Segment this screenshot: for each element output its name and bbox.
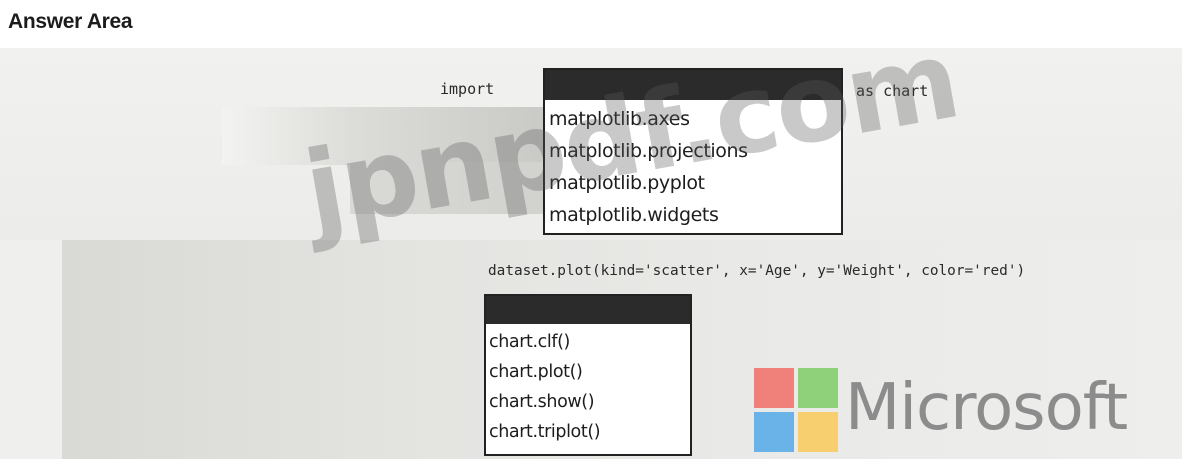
microsoft-wordmark: Microsoft: [845, 371, 1128, 445]
as-chart-clause: as chart: [856, 82, 929, 100]
dropdown-selection-box[interactable]: [486, 296, 690, 324]
background-shade: [222, 107, 547, 165]
answer-area: Answer Area import as chart matplotlib.a…: [0, 0, 1182, 459]
logo-yellow-square: [798, 412, 838, 452]
plot-code-line: dataset.plot(kind='scatter', x='Age', y=…: [488, 263, 1026, 279]
chart-method-dropdown[interactable]: chart.clf() chart.plot() chart.show() ch…: [484, 294, 692, 456]
answer-area-title: Answer Area: [8, 10, 133, 33]
dropdown-option[interactable]: chart.plot(): [486, 357, 690, 387]
dropdown-option[interactable]: matplotlib.axes: [545, 103, 841, 135]
dropdown-option[interactable]: chart.show(): [486, 387, 690, 417]
logo-blue-square: [754, 412, 794, 452]
logo-red-square: [754, 368, 794, 408]
background-shade: [350, 162, 550, 214]
import-module-dropdown[interactable]: matplotlib.axes matplotlib.projections m…: [543, 68, 843, 235]
dropdown-option[interactable]: matplotlib.pyplot: [545, 167, 841, 199]
dropdown-option[interactable]: chart.clf(): [486, 327, 690, 357]
dropdown-option[interactable]: chart.triplot(): [486, 417, 690, 447]
import-keyword: import: [440, 80, 495, 98]
dropdown-options: matplotlib.axes matplotlib.projections m…: [545, 100, 841, 231]
dropdown-option[interactable]: matplotlib.widgets: [545, 199, 841, 231]
dropdown-option[interactable]: matplotlib.projections: [545, 135, 841, 167]
logo-green-square: [798, 368, 838, 408]
dropdown-options: chart.clf() chart.plot() chart.show() ch…: [486, 324, 690, 447]
microsoft-logo-icon: [754, 368, 838, 452]
background-shade: [0, 240, 62, 459]
dropdown-selection-box[interactable]: [545, 70, 841, 100]
